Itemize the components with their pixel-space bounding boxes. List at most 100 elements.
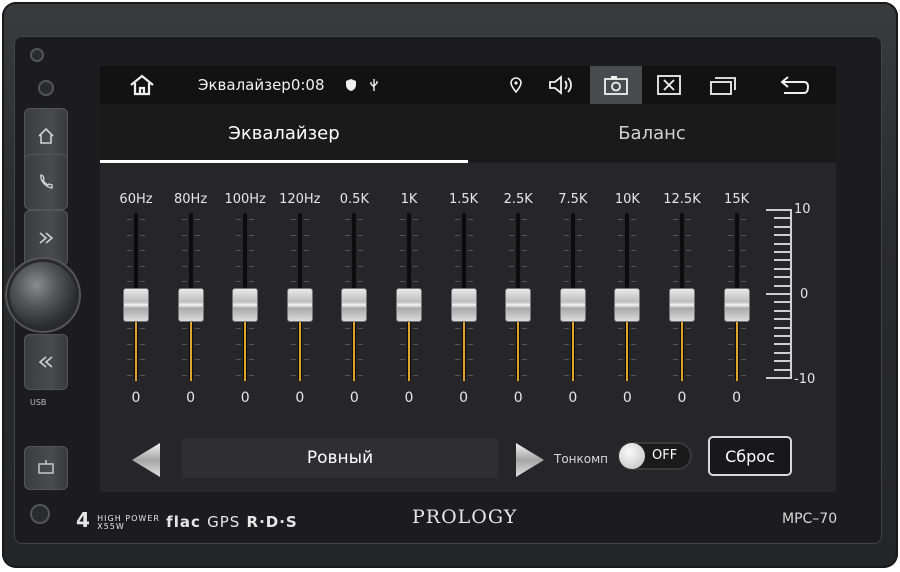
model-name: MPC–70 xyxy=(782,511,838,527)
scale-tick xyxy=(774,234,790,237)
slider-tick xyxy=(673,359,678,361)
eq-band: 15K 0 xyxy=(710,163,764,413)
slider-tick xyxy=(345,250,351,252)
slider-thumb[interactable] xyxy=(724,289,749,321)
slider-tick xyxy=(127,359,132,361)
slider-tick xyxy=(249,234,255,236)
tab-equalizer[interactable]: Эквалайзер xyxy=(100,104,468,162)
prev-side-button[interactable] xyxy=(24,334,68,390)
preset-prev-button[interactable] xyxy=(128,440,164,480)
slider-tick xyxy=(467,328,473,330)
close-app-button[interactable] xyxy=(652,66,686,104)
slider-tick xyxy=(563,265,569,267)
scale-tick xyxy=(774,360,790,363)
feature-logos: 4 HIGH POWER X55W flac GPS R·D·S xyxy=(76,508,298,532)
slider-tick xyxy=(249,328,255,330)
gps-logo: GPS xyxy=(207,513,241,531)
recent-apps-button[interactable] xyxy=(704,66,742,104)
slider-fill xyxy=(571,315,574,381)
slider-tick xyxy=(618,265,624,267)
band-frequency-label: 120Hz xyxy=(279,192,321,207)
slider-tick xyxy=(345,234,351,236)
scale-tick xyxy=(774,326,790,329)
slider-tick xyxy=(740,375,746,376)
slider-tick xyxy=(127,281,132,283)
band-gain-value: 0 xyxy=(349,390,359,406)
phone-icon xyxy=(40,173,53,189)
slider-tick xyxy=(467,219,473,220)
eject-side-button[interactable] xyxy=(24,446,68,490)
volume-button[interactable] xyxy=(544,66,578,104)
reset-button[interactable]: Сброс xyxy=(708,436,792,476)
slider-fill xyxy=(626,315,629,381)
slider-thumb[interactable] xyxy=(670,289,694,321)
scale-tick xyxy=(774,335,790,337)
eq-band: 0.5K 0 xyxy=(327,163,381,413)
slider-thumb[interactable] xyxy=(233,289,258,321)
slider-tick xyxy=(467,343,473,345)
loudness-toggle[interactable]: OFF xyxy=(618,442,692,470)
slider-tick xyxy=(522,343,528,345)
slider-thumb[interactable] xyxy=(451,289,476,321)
band-gain-value: 0 xyxy=(568,390,578,406)
power-number: 4 xyxy=(76,508,91,532)
slider-tick xyxy=(290,250,296,252)
slider-tick xyxy=(509,234,515,236)
home-button[interactable] xyxy=(122,66,162,104)
db-scale: 10 0 -10 xyxy=(764,202,834,403)
next-side-button[interactable] xyxy=(24,210,68,266)
eq-band: 100Hz 0 xyxy=(218,163,272,413)
scale-tick xyxy=(774,217,790,220)
scale-tick xyxy=(766,377,792,379)
scale-tick xyxy=(774,225,790,228)
eq-band: 1K 0 xyxy=(382,163,436,413)
slider-thumb[interactable] xyxy=(287,289,312,321)
slider-tick xyxy=(290,359,296,361)
slider-tick xyxy=(236,375,242,376)
slider-thumb[interactable] xyxy=(615,289,640,321)
slider-fill xyxy=(408,315,410,381)
slider-tick xyxy=(413,265,418,267)
slider-tick xyxy=(345,359,351,361)
band-frequency-label: 0.5K xyxy=(339,192,369,207)
slider-thumb[interactable] xyxy=(560,289,585,321)
tab-balance[interactable]: Баланс xyxy=(468,104,836,162)
screenshot-button[interactable] xyxy=(590,66,642,104)
slider-tick xyxy=(686,250,691,252)
slider-tick xyxy=(740,328,746,330)
eq-bottom-bar: Ровный Тонкомп OFF Сброс xyxy=(100,428,836,492)
slider-tick xyxy=(522,250,528,252)
slider-thumb[interactable] xyxy=(124,289,148,321)
eq-band: 10K 0 xyxy=(600,163,654,413)
volume-knob[interactable] xyxy=(10,262,76,328)
slider-thumb[interactable] xyxy=(397,289,421,321)
slider-tick xyxy=(686,375,691,376)
slider-tick xyxy=(400,219,405,220)
slider-fill xyxy=(189,315,192,381)
slider-thumb[interactable] xyxy=(178,289,203,321)
slider-tick xyxy=(454,265,460,267)
slider-tick xyxy=(413,375,418,376)
slider-tick xyxy=(181,265,187,267)
scale-tick xyxy=(766,293,792,295)
back-button[interactable] xyxy=(774,66,814,104)
slider-tick xyxy=(400,281,405,283)
slider-tick xyxy=(727,328,733,330)
slider-tick xyxy=(467,234,473,236)
slider-tick xyxy=(454,343,460,345)
slider-thumb[interactable] xyxy=(506,289,531,321)
slider-thumb[interactable] xyxy=(342,289,367,321)
slider-tick xyxy=(740,265,746,267)
slider-tick xyxy=(631,265,637,267)
band-frequency-label: 15K xyxy=(724,192,750,207)
slider-tick xyxy=(140,343,145,345)
slider-fill xyxy=(353,315,356,381)
slider-tick xyxy=(631,359,637,361)
power-button[interactable] xyxy=(38,80,54,96)
preset-name[interactable]: Ровный xyxy=(182,438,498,478)
slider-tick xyxy=(673,250,678,252)
preset-next-button[interactable] xyxy=(512,440,548,480)
slider-tick xyxy=(140,281,145,283)
phone-side-button[interactable] xyxy=(24,154,68,210)
slider-tick xyxy=(194,250,200,252)
